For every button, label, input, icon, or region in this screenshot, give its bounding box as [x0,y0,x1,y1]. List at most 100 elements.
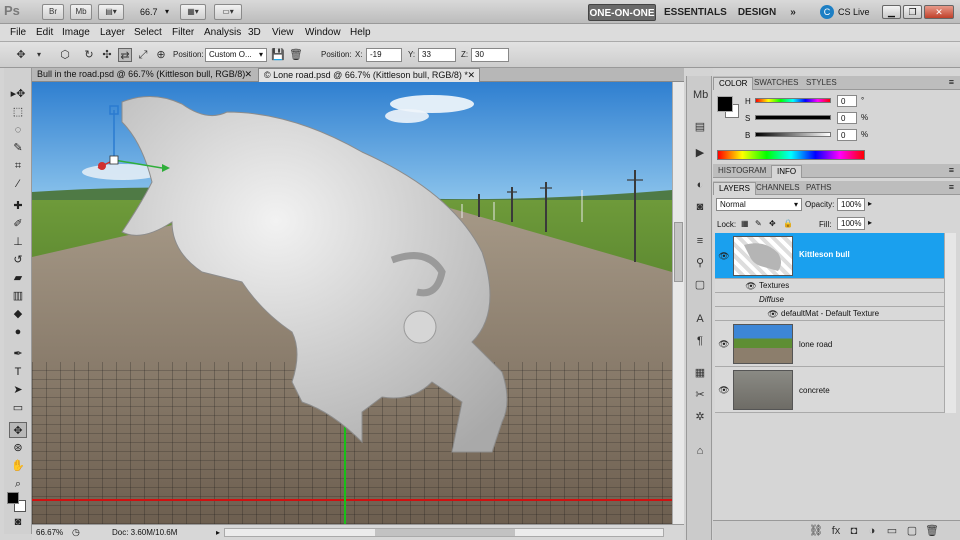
minimize-icon[interactable]: ▁ [882,5,901,19]
restore-icon[interactable]: ❐ [903,5,922,19]
zoom-tool-icon[interactable]: ⌕ [9,476,27,492]
dodge-tool-icon[interactable]: ● [9,324,27,340]
menu-image[interactable]: Image [62,27,90,38]
document-canvas[interactable] [32,82,672,524]
lasso-tool-icon[interactable]: ◌ [9,122,27,138]
visibility-eye-icon[interactable]: 👁 [718,385,730,395]
layer-row-lone-road[interactable]: 👁 lone road [715,321,944,367]
measurement-panel-icon[interactable]: ⌂ [693,444,707,458]
clone-stamp-tool-icon[interactable]: ⊥ [9,234,27,250]
eyedropper-tool-icon[interactable]: ⁄ [9,176,27,192]
menu-analysis[interactable]: Analysis [204,27,241,38]
lock-all-icon[interactable]: 🔒 [783,219,793,228]
cs-live-menu[interactable]: CS Live [838,7,870,17]
move-tool-preset-icon[interactable]: ✥ [14,48,28,62]
tool-presets-panel-icon[interactable]: ✂ [693,388,707,402]
hand-tool-icon[interactable]: ✋ [9,458,27,474]
tab-styles[interactable]: STYLES [801,77,842,90]
crop-tool-icon[interactable]: ⌗ [9,158,27,174]
visibility-eye-icon[interactable]: 👁 [767,309,779,319]
layers-scrollbar[interactable] [944,233,956,413]
layer-style-icon[interactable]: fx [829,524,843,538]
tab-paths[interactable]: PATHS [801,182,836,195]
3d-camera-tool-icon[interactable]: ⊛ [9,440,27,456]
close-tab-icon[interactable]: ✕ [244,68,252,81]
move-tool-icon[interactable]: ▸✥ [9,86,27,102]
foreground-color-chip[interactable] [717,96,733,112]
menu-window[interactable]: Window [305,27,341,38]
lock-position-icon[interactable]: ✥ [769,219,776,228]
tab-bull-in-the-road[interactable]: Bull in the road.psd @ 66.7% (Kittleson … [32,68,256,82]
save-position-icon[interactable]: 💾 [271,48,285,62]
hue-slider[interactable] [755,98,831,103]
layer-effect-textures[interactable]: 👁 Textures [715,279,944,293]
tab-swatches[interactable]: SWATCHES [749,77,803,90]
history-brush-tool-icon[interactable]: ↺ [9,252,27,268]
fill-field[interactable]: 100% [837,217,865,230]
layer-effect-diffuse[interactable]: Diffuse [715,293,944,307]
shape-tool-icon[interactable]: ▭ [9,400,27,416]
new-group-icon[interactable]: ▭ [885,524,899,538]
zoom-level[interactable]: 66.7 [140,7,158,17]
saturation-slider[interactable] [755,115,831,120]
position-preset-select[interactable]: Custom O... ▾ [205,48,267,62]
menu-filter[interactable]: Filter [172,27,194,38]
object-roll-icon[interactable]: ↻ [82,48,96,62]
foreground-color-swatch[interactable] [7,492,19,504]
tab-info[interactable]: INFO [771,165,803,178]
object-drag-icon[interactable]: ✣ [100,48,114,62]
screen-mode-button[interactable]: ▭▾ [214,4,242,20]
x-field[interactable]: -19 [366,48,402,62]
panel-menu-icon[interactable]: ≡ [949,182,954,192]
layer-row-concrete[interactable]: 👁 concrete [715,367,944,413]
menu-view[interactable]: View [272,27,294,38]
object-rotate-icon[interactable]: ⬡ [58,48,72,62]
menu-layer[interactable]: Layer [100,27,125,38]
s-value[interactable]: 0 [837,112,857,124]
actions-panel-icon[interactable]: ▶ [693,146,707,160]
opacity-field[interactable]: 100% [837,198,865,211]
mini-bridge-button[interactable]: Mb [70,4,92,20]
tool-preset-dropdown-icon[interactable]: ▾ [32,48,46,62]
panel-menu-icon[interactable]: ≡ [949,77,954,87]
status-info-icon[interactable]: ◷ [72,527,80,538]
horizontal-scrollbar[interactable] [224,528,664,537]
3d-object-tool-icon[interactable]: ✥ [9,422,27,438]
masks-panel-icon[interactable]: ◙ [693,200,707,214]
adjustment-layer-icon[interactable]: ◑ [865,524,879,538]
link-layers-icon[interactable]: ⛓ [809,524,823,538]
color-swatches[interactable] [7,492,27,514]
object-slide-icon[interactable]: ⇄ [118,48,132,62]
visibility-eye-icon[interactable]: 👁 [745,281,757,291]
color-ramp[interactable] [717,150,865,160]
brush-tool-icon[interactable]: ✐ [9,216,27,232]
close-icon[interactable]: ✕ [924,5,954,19]
h-value[interactable]: 0 [837,95,857,107]
gradient-tool-icon[interactable]: ▥ [9,288,27,304]
more-workspaces-button[interactable]: » [784,4,802,21]
tab-histogram[interactable]: HISTOGRAM [713,165,771,178]
blend-mode-select[interactable]: Normal ▾ [716,198,802,211]
visibility-eye-icon[interactable]: 👁 [718,339,730,349]
vertical-scrollbar[interactable] [672,82,684,524]
horizontal-scrollbar-thumb[interactable] [375,529,515,536]
menu-help[interactable]: Help [350,27,371,38]
new-layer-icon[interactable]: ▢ [905,524,919,538]
paths-panel-icon[interactable]: ▢ [693,278,707,292]
scrollbar-thumb[interactable] [674,222,683,282]
fill-slider-icon[interactable]: ▸ [868,218,872,227]
visibility-eye-icon[interactable]: 👁 [718,251,730,261]
y-field[interactable]: 33 [418,48,456,62]
paragraph-panel-icon[interactable]: ¶ [693,334,707,348]
bridge-button[interactable]: Br [42,4,64,20]
z-field[interactable]: 30 [471,48,509,62]
tab-color[interactable]: COLOR [713,77,754,90]
delete-layer-icon[interactable]: 🗑 [925,524,939,538]
tab-channels[interactable]: CHANNELS [751,182,805,195]
workspace-one-on-one[interactable]: ONE-ON-ONE [588,4,656,21]
quick-select-tool-icon[interactable]: ✎ [9,140,27,156]
healing-brush-tool-icon[interactable]: ✚ [9,198,27,214]
add-mask-icon[interactable]: ◘ [847,524,861,538]
eraser-tool-icon[interactable]: ▰ [9,270,27,286]
tab-lone-road[interactable]: © Lone road.psd @ 66.7% (Kittleson bull,… [258,68,480,82]
